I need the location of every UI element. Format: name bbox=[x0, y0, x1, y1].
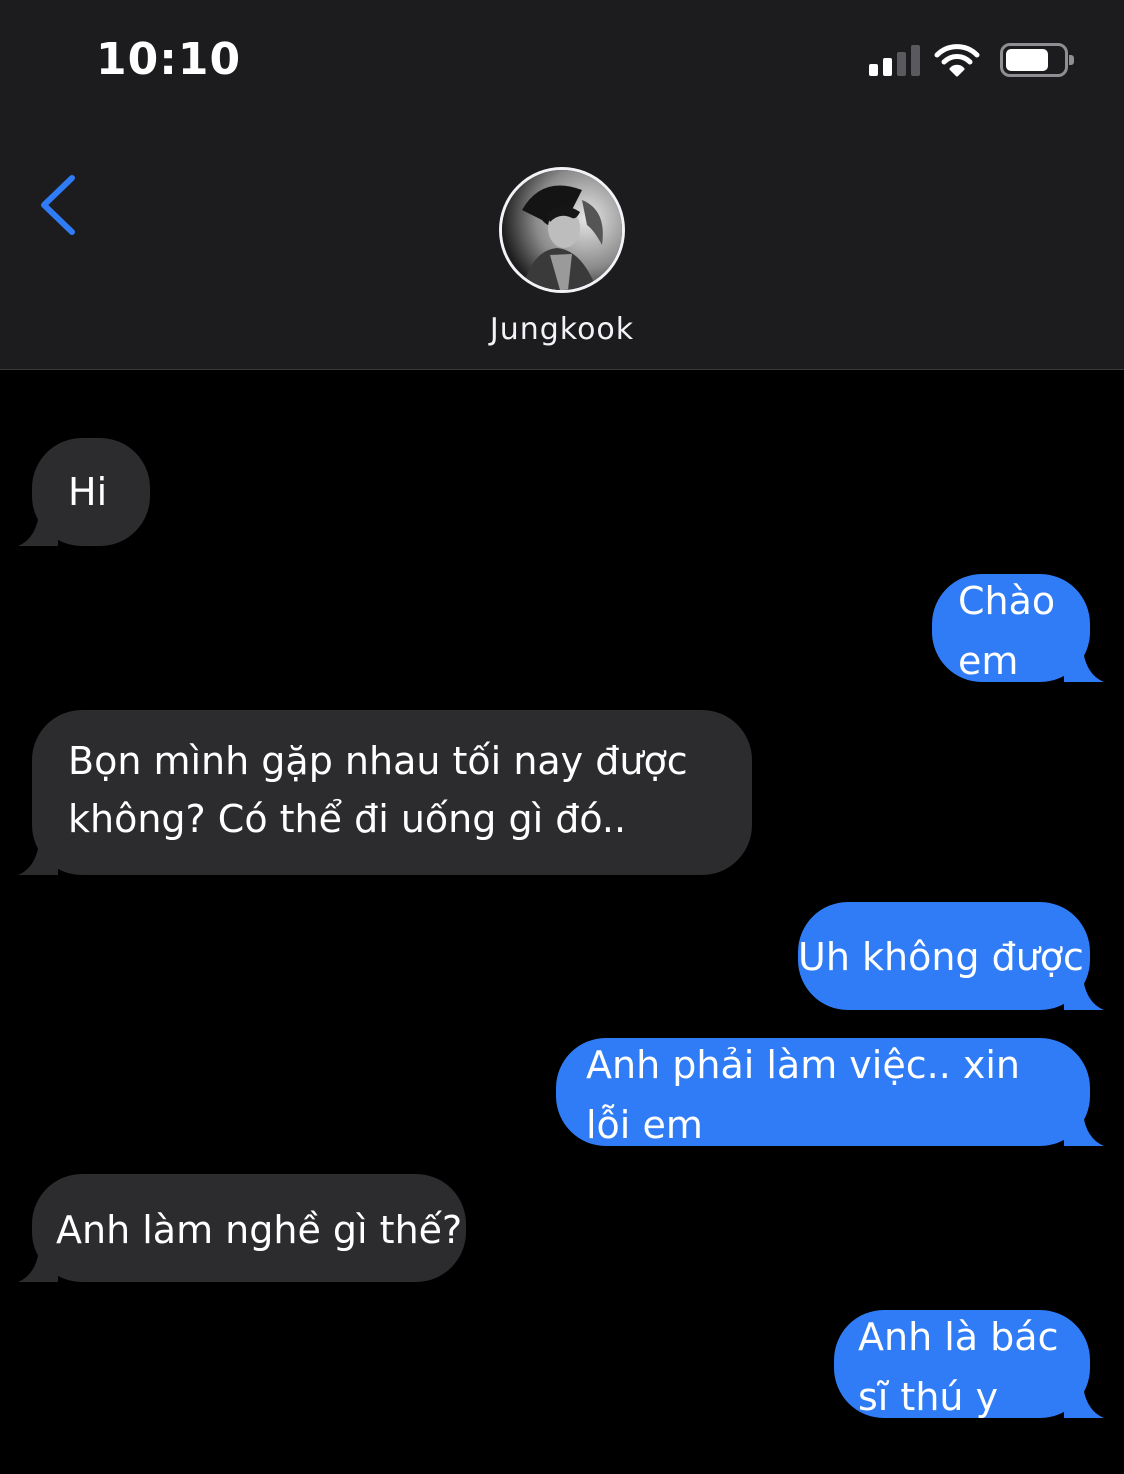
message-line: Bọn mình gặp nhau tối nay được bbox=[68, 739, 688, 783]
message-line: không? Có thể đi uống gì đó.. bbox=[68, 797, 627, 841]
message-line: em bbox=[958, 639, 1019, 683]
incoming-message-bubble[interactable]: Anh làm nghề gì thế? bbox=[18, 1174, 466, 1282]
chevron-left-icon bbox=[41, 175, 75, 235]
outgoing-message-bubble[interactable]: Chào em bbox=[932, 574, 1104, 683]
message-line: Anh làm nghề gì thế? bbox=[56, 1208, 463, 1252]
back-button[interactable] bbox=[34, 172, 84, 238]
battery-icon bbox=[1000, 43, 1074, 77]
message-line: sĩ thú y bbox=[858, 1375, 999, 1419]
incoming-message-bubble[interactable]: Bọn mình gặp nhau tối nay được không? Có… bbox=[18, 710, 752, 875]
bubble-tail-icon bbox=[18, 835, 58, 875]
conversation-header: 10:10 Jungkook bbox=[0, 0, 1124, 370]
status-icons bbox=[869, 40, 1074, 80]
incoming-message-bubble[interactable]: Hi bbox=[18, 438, 150, 546]
message-line: Hi bbox=[68, 470, 108, 514]
contact-avatar[interactable] bbox=[499, 167, 625, 293]
message-line: Uh không được bbox=[798, 935, 1084, 979]
avatar-photo-icon bbox=[502, 170, 622, 290]
outgoing-message-bubble[interactable]: Anh là bác sĩ thú y bbox=[834, 1310, 1104, 1419]
outgoing-message-bubble[interactable]: Uh không được bbox=[798, 902, 1104, 1010]
wifi-icon bbox=[934, 44, 980, 77]
message-line: Anh là bác bbox=[858, 1315, 1059, 1359]
bubble-tail-icon bbox=[18, 1242, 58, 1282]
bubble-tail-icon bbox=[18, 506, 58, 546]
message-line: Chào bbox=[958, 579, 1056, 623]
status-time: 10:10 bbox=[96, 34, 242, 85]
cellular-signal-icon bbox=[869, 44, 920, 76]
outgoing-message-bubble[interactable]: Anh phải làm việc.. xin lỗi em bbox=[556, 1038, 1104, 1147]
contact-name[interactable]: Jungkook bbox=[0, 312, 1124, 347]
message-line: lỗi em bbox=[586, 1103, 703, 1147]
message-line: Anh phải làm việc.. xin bbox=[586, 1043, 1020, 1087]
battery-level-fill bbox=[1006, 49, 1048, 71]
